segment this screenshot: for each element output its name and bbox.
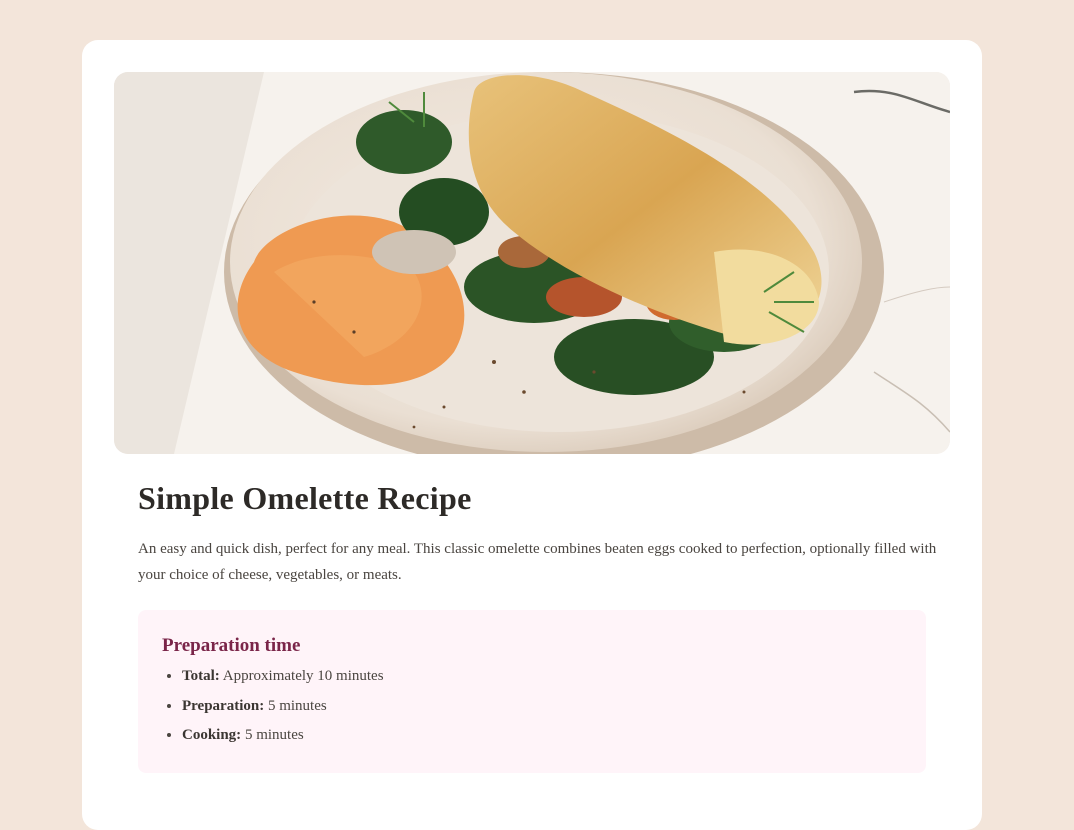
prep-item-value: 5 minutes [244, 727, 304, 743]
prep-item-preparation: Preparation: 5 minutes [182, 696, 384, 716]
preparation-time-heading: Preparation time [162, 635, 301, 656]
prep-item-cooking: Cooking: 5 minutes [182, 725, 384, 745]
recipe-hero-image [114, 72, 950, 454]
prep-item-value: Approximately 10 minutes [222, 668, 384, 684]
prep-item-label: Preparation: [182, 697, 265, 714]
prep-item-label: Cooking: [182, 727, 242, 743]
prep-item-total: Total: Approximately 10 minutes [182, 666, 384, 686]
prep-item-label: Total: [182, 668, 220, 684]
recipe-card: Simple Omelette Recipe An easy and quick… [82, 40, 982, 830]
recipe-title: Simple Omelette Recipe [138, 480, 472, 516]
recipe-description: An easy and quick dish, perfect for any … [138, 541, 937, 583]
preparation-time-list: Total: Approximately 10 minutes Preparat… [162, 666, 384, 755]
prep-item-value: 5 minutes [267, 697, 327, 714]
preparation-time-panel: Preparation time Total: Approximately 10… [138, 610, 926, 773]
